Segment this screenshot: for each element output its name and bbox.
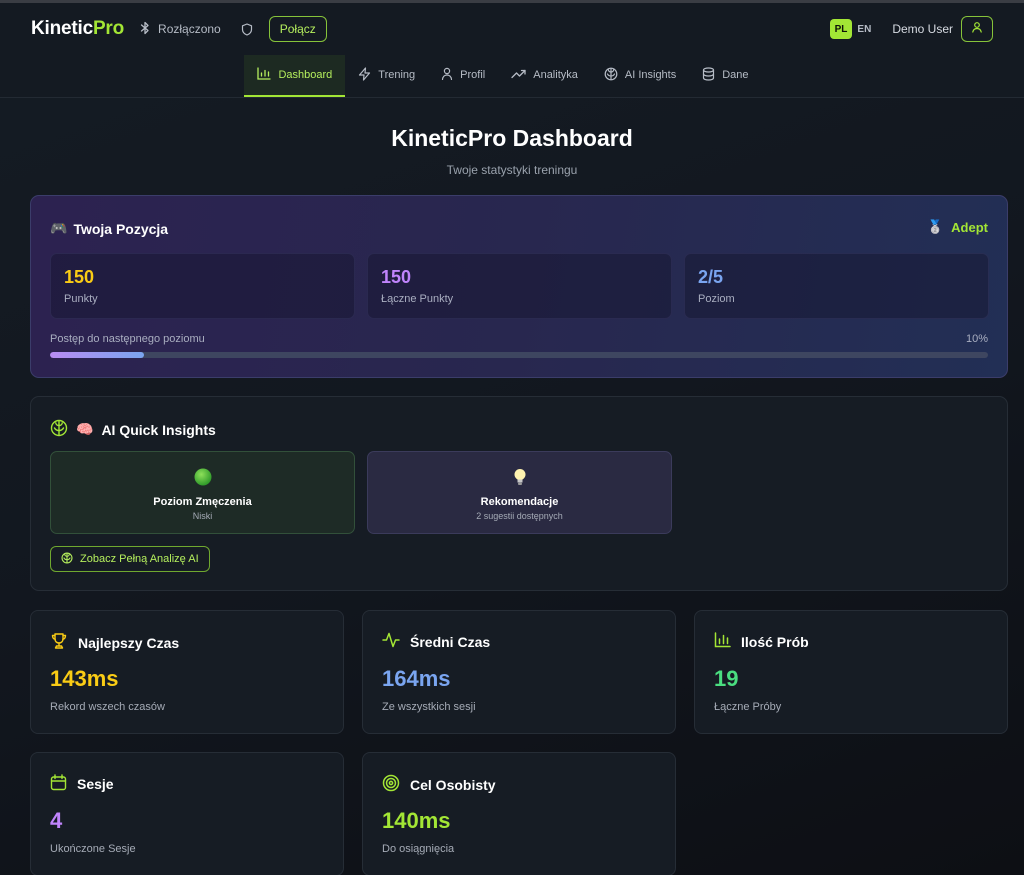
position-title: 🎮 Twoja Pozycja: [50, 220, 168, 237]
activity-icon: [382, 632, 400, 651]
metric-sessions-sub: Ukończone Sesje: [50, 843, 136, 855]
user-name: Demo User: [892, 22, 953, 36]
page-title: KineticPro Dashboard: [391, 125, 633, 151]
metric-avg-time: Średni Czas 164ms Ze wszystkich sesji: [362, 610, 676, 734]
full-ai-analysis-button[interactable]: Zobacz Pełną Analizę AI: [50, 546, 210, 572]
stat-points-value: 150: [64, 267, 95, 287]
brain-icon: [604, 67, 618, 84]
progress-label: Postęp do następnego poziomu: [50, 333, 205, 345]
progress-percent: 10%: [965, 333, 988, 345]
user-profile-button[interactable]: [961, 16, 993, 42]
tab-ai-insights-label: AI Insights: [624, 69, 677, 81]
metric-personal-goal-value: 140ms: [382, 808, 451, 833]
lang-pl-button[interactable]: PL: [829, 19, 853, 39]
tab-analityka[interactable]: Analityka: [498, 55, 591, 97]
metric-best-time-title: Najlepszy Czas: [78, 634, 180, 651]
fatigue-title: Poziom Zmęczenia: [153, 496, 252, 508]
rank-badge: 🥈 Adept: [927, 219, 988, 235]
brain-icon: [61, 551, 73, 567]
database-icon: [702, 66, 715, 84]
metric-sessions: Sesje 4 Ukończone Sesje: [30, 752, 344, 875]
recommendations-value: 2 sugestii dostępnych: [476, 511, 563, 521]
tab-dashboard-label: Dashboard: [278, 69, 333, 81]
stat-points: 150 Punkty: [50, 253, 355, 319]
tab-analityka-label: Analityka: [533, 69, 578, 81]
tab-profil-label: Profil: [460, 69, 486, 81]
tab-ai-insights[interactable]: AI Insights: [591, 55, 689, 97]
trophy-icon: [50, 632, 68, 653]
ai-insights-title: 🧠 AI Quick Insights: [50, 419, 216, 440]
stat-total-points-value: 150: [381, 267, 412, 287]
level-progress-fill: [50, 352, 144, 358]
metric-personal-goal-sub: Do osiągnięcia: [382, 843, 455, 855]
bar-chart-icon: [257, 67, 272, 83]
tab-trening-label: Trening: [378, 69, 416, 81]
header-right: PL EN Demo User: [829, 16, 993, 42]
tab-dane-label: Dane: [722, 69, 749, 81]
app-logo[interactable]: KineticPro: [31, 18, 124, 40]
ai-insights-title-text: AI Quick Insights: [101, 421, 216, 438]
metric-sessions-title: Sesje: [77, 776, 114, 792]
bluetooth-status-text: Rozłączono: [158, 22, 221, 36]
position-title-text: Twoja Pozycja: [73, 220, 169, 237]
metric-attempts-sub: Łączne Próby: [714, 701, 782, 713]
tab-profil[interactable]: Profil: [428, 55, 498, 97]
stat-points-label: Punkty: [64, 293, 98, 305]
tab-dashboard[interactable]: Dashboard: [244, 55, 346, 97]
position-card: 🎮 Twoja Pozycja 🥈 Adept 150 Punkty 150 Ł…: [30, 195, 1008, 378]
brain-icon: [50, 419, 68, 440]
shield-icon: [241, 22, 253, 36]
metric-avg-time-value: 164ms: [382, 666, 451, 691]
app-header: KineticPro Rozłączono Połącz PL EN Demo …: [0, 3, 1024, 55]
gamepad-icon: 🎮: [50, 220, 68, 236]
brain-emoji-icon: 🧠: [76, 421, 94, 437]
stat-level-value: 2/5: [698, 267, 724, 287]
metric-attempts: Ilość Prób 19 Łączne Próby: [694, 610, 1008, 734]
bar-chart-icon: [714, 632, 731, 651]
user-icon: [971, 20, 983, 38]
fatigue-value: Niski: [192, 511, 213, 521]
metric-personal-goal-title: Cel Osobisty: [410, 776, 496, 793]
lightning-icon: [358, 66, 371, 84]
target-icon: [382, 774, 400, 795]
stat-total-points: 150 Łączne Punkty: [367, 253, 672, 319]
fatigue-level-card: Poziom Zmęczenia Niski: [50, 451, 355, 534]
tab-dane[interactable]: Dane: [689, 55, 761, 97]
trend-icon: [511, 69, 526, 82]
metric-avg-time-sub: Ze wszystkich sesji: [382, 701, 476, 713]
stat-total-points-label: Łączne Punkty: [381, 293, 454, 305]
tab-trening[interactable]: Trening: [345, 55, 428, 97]
calendar-icon: [50, 774, 67, 794]
metric-attempts-value: 19: [714, 666, 739, 691]
full-ai-analysis-label: Zobacz Pełną Analizę AI: [80, 553, 199, 565]
metric-best-time: Najlepszy Czas 143ms Rekord wszech czasó…: [30, 610, 344, 734]
logo-text-main: Kinetic: [31, 18, 93, 39]
metric-avg-time-title: Średni Czas: [410, 633, 491, 650]
medal-icon: 🥈: [926, 219, 944, 234]
metric-best-time-value: 143ms: [50, 666, 119, 691]
user-icon: [441, 67, 453, 83]
stat-level: 2/5 Poziom: [684, 253, 989, 319]
main-nav: Dashboard Trening Profil Analityka AI In…: [0, 55, 1024, 98]
page-subtitle: Twoje statystyki treningu: [446, 163, 578, 177]
level-progress-bar: [50, 352, 988, 358]
metric-best-time-sub: Rekord wszech czasów: [50, 701, 165, 713]
green-circle-icon: [51, 466, 354, 488]
page-header: KineticPro Dashboard Twoje statystyki tr…: [0, 98, 1024, 177]
connect-button[interactable]: Połącz: [268, 16, 327, 42]
metric-attempts-title: Ilość Prób: [741, 633, 809, 650]
lang-en-button[interactable]: EN: [852, 19, 876, 39]
stat-level-label: Poziom: [698, 293, 735, 305]
metric-personal-goal: Cel Osobisty 140ms Do osiągnięcia: [362, 752, 676, 875]
bluetooth-status: Rozłączono: [140, 21, 221, 38]
bluetooth-icon: [140, 21, 150, 38]
lightbulb-icon: [368, 466, 671, 488]
recommendations-title: Rekomendacje: [480, 496, 559, 508]
logo-text-accent: Pro: [92, 18, 125, 39]
rank-label: Adept: [951, 219, 988, 235]
recommendations-card[interactable]: Rekomendacje 2 sugestii dostępnych: [367, 451, 672, 534]
ai-insights-card: 🧠 AI Quick Insights Poziom Zmęczenia Nis…: [30, 396, 1008, 591]
metric-sessions-value: 4: [50, 808, 63, 833]
